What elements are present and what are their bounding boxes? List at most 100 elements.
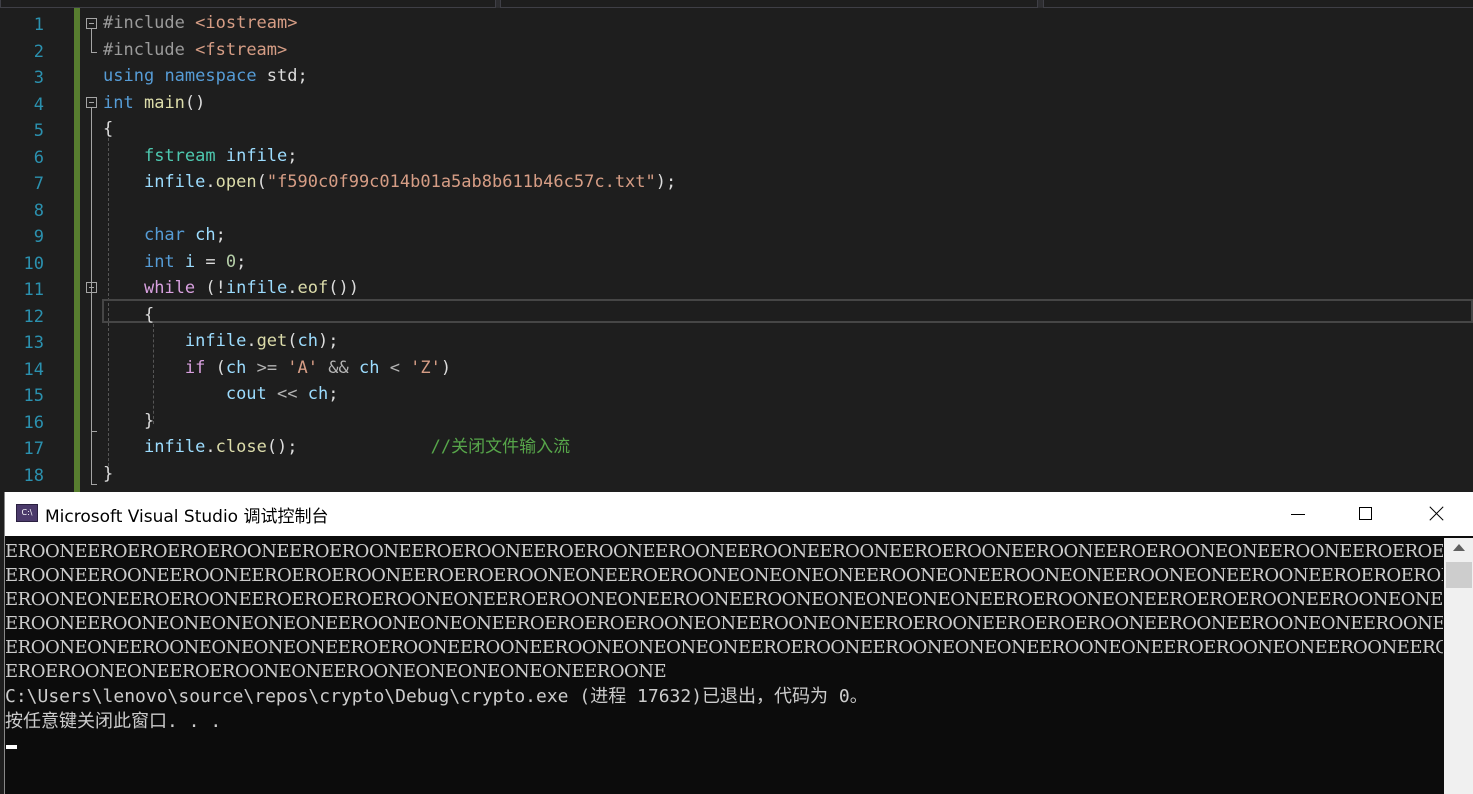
- output-line: EROONEONEEROEROONEEROEROEROEROONEONEEROE…: [5, 589, 1443, 610]
- code-token: //关闭文件输入流: [430, 437, 571, 457]
- member-dropdown[interactable]: [1043, 0, 1473, 8]
- code-line[interactable]: infile.get(ch);: [103, 328, 339, 354]
- close-button[interactable]: [1401, 492, 1469, 536]
- line-number: 4: [33, 94, 44, 115]
- line-number: 12: [23, 306, 44, 327]
- code-token: (): [184, 92, 206, 113]
- scope-dropdown[interactable]: [500, 0, 1038, 8]
- fold-line: [91, 29, 92, 52]
- output-line: EROEROONEONEEROEROONEONEEROONEONEONEONEO…: [5, 661, 667, 682]
- code-token: .: [246, 331, 257, 351]
- editor-navigation-bar: [0, 0, 1473, 8]
- console-titlebar[interactable]: C:\ Microsoft Visual Studio 调试控制台: [5, 492, 1473, 536]
- code-token: #include: [103, 13, 185, 33]
- code-token: #include: [103, 39, 185, 60]
- code-line[interactable]: {: [103, 302, 154, 328]
- code-line[interactable]: fstream infile;: [103, 143, 298, 169]
- code-token: eof: [297, 278, 329, 298]
- fold-end: [91, 431, 97, 432]
- code-token: std;: [256, 66, 308, 86]
- fold-while-icon[interactable]: [86, 282, 97, 293]
- maximize-button[interactable]: [1331, 492, 1399, 536]
- project-dropdown[interactable]: [0, 0, 496, 8]
- line-number-gutter: 1 2 3 4 5 6 7 8 9 10 11 12 13 14 15 16 17 18: [0, 8, 60, 492]
- code-token: }: [103, 463, 114, 484]
- code-token: char: [143, 225, 185, 245]
- fold-main-icon[interactable]: [86, 97, 97, 108]
- code-token: while: [143, 278, 196, 298]
- code-token: namespace: [164, 66, 257, 86]
- fold-include-icon[interactable]: [86, 18, 97, 29]
- code-token: i: [184, 251, 196, 272]
- scroll-up-arrow-icon[interactable]: [1453, 544, 1465, 551]
- code-token: ch: [225, 357, 247, 378]
- line-number: 17: [23, 439, 44, 459]
- code-token: );: [655, 172, 677, 192]
- code-token: <: [379, 357, 411, 378]
- output-line: EROONEEROONEEROONEEROEROEROONEEROEROEROO…: [5, 565, 1443, 586]
- code-line[interactable]: if (ch >= 'A' && ch < 'Z'): [103, 355, 451, 381]
- code-line[interactable]: #include <fstream>: [103, 37, 287, 63]
- console-title: Microsoft Visual Studio 调试控制台: [45, 507, 329, 527]
- line-number: 9: [33, 227, 44, 247]
- code-token: <<: [266, 384, 308, 404]
- code-token: {: [103, 119, 114, 139]
- code-token: "f590c0f99c014b01a5ab8b611b46c57c.txt": [266, 172, 656, 192]
- code-token: get: [256, 331, 288, 351]
- debug-console-window[interactable]: C:\ Microsoft Visual Studio 调试控制台 EROONE…: [4, 492, 1473, 794]
- code-token: .: [287, 278, 298, 298]
- line-number: 10: [23, 253, 44, 274]
- code-token: =: [195, 251, 226, 272]
- code-token: .: [205, 437, 216, 457]
- code-editor[interactable]: 1 2 3 4 5 6 7 8 9 10 11 12 13 14 15 16 17 18 #include <io…: [0, 8, 1473, 492]
- line-number: 11: [23, 280, 44, 300]
- scroll-thumb[interactable]: [1446, 562, 1472, 588]
- console-scrollbar[interactable]: [1444, 538, 1473, 794]
- code-line[interactable]: int main(): [103, 90, 205, 116]
- code-token: <fstream>: [195, 39, 288, 60]
- code-line[interactable]: }: [103, 408, 154, 434]
- code-line[interactable]: }: [103, 461, 113, 487]
- code-token: ();: [266, 437, 298, 457]
- code-token: ch: [307, 384, 329, 404]
- code-line[interactable]: char ch;: [103, 222, 226, 248]
- code-token: (: [256, 172, 267, 192]
- code-line[interactable]: int i = 0;: [103, 249, 246, 275]
- output-line: EROONEEROEROEROEROONEEROEROONEEROEROONEE…: [5, 541, 1443, 562]
- minimize-button[interactable]: [1263, 492, 1331, 536]
- current-line-highlight: [102, 299, 1473, 323]
- code-token: 'Z': [410, 357, 441, 378]
- code-token: .: [205, 172, 216, 192]
- fold-line: [91, 293, 92, 431]
- code-line[interactable]: infile.close(); //关闭文件输入流: [103, 434, 570, 460]
- code-token: int: [143, 251, 175, 272]
- code-line[interactable]: #include <iostream>: [103, 10, 298, 36]
- exit-message: C:\Users\lenovo\source\repos\crypto\Debu…: [5, 686, 868, 707]
- line-number: 13: [23, 333, 44, 353]
- code-token: infile: [143, 437, 206, 457]
- code-token: open: [215, 172, 257, 192]
- line-number: 1: [33, 15, 44, 35]
- code-line[interactable]: cout << ch;: [103, 381, 339, 407]
- code-token: 'A': [287, 357, 319, 378]
- code-line[interactable]: while (!infile.eof()): [103, 275, 359, 301]
- output-line: EROONEEROONEONEONEONEONEEROONEONEONEEROE…: [5, 613, 1443, 634]
- code-token: ;: [236, 251, 247, 272]
- code-token: infile: [143, 172, 206, 192]
- code-token: (: [287, 331, 298, 351]
- code-line[interactable]: infile.open("f590c0f99c014b01a5ab8b611b4…: [103, 169, 676, 195]
- code-token: ;: [287, 145, 298, 166]
- code-line[interactable]: {: [103, 116, 113, 142]
- code-line[interactable]: using namespace std;: [103, 63, 308, 89]
- line-number: 5: [33, 121, 44, 141]
